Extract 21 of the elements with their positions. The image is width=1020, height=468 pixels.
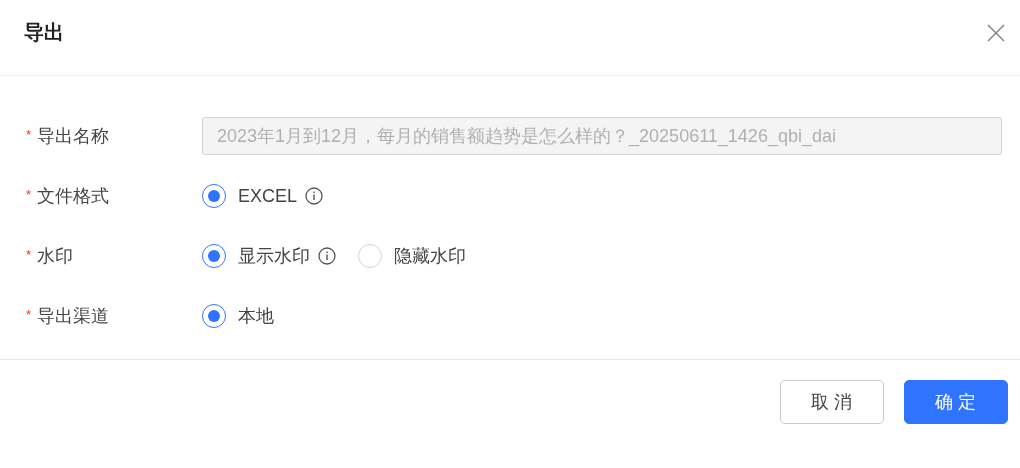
field-label: 导出渠道 bbox=[37, 305, 110, 328]
cancel-button[interactable]: 取 消 bbox=[780, 380, 884, 424]
dialog-title: 导出 bbox=[24, 20, 64, 45]
radio-button[interactable] bbox=[202, 244, 226, 268]
required-mark: * bbox=[26, 126, 32, 142]
required-mark: * bbox=[26, 246, 32, 262]
close-icon[interactable] bbox=[986, 22, 1006, 43]
required-mark: * bbox=[26, 306, 32, 322]
option-label[interactable]: EXCEL bbox=[238, 185, 298, 207]
radio-button[interactable] bbox=[202, 304, 226, 328]
info-icon[interactable] bbox=[318, 247, 336, 265]
option-label[interactable]: 隐藏水印 bbox=[394, 244, 466, 268]
field-label: 导出名称 bbox=[37, 125, 110, 148]
confirm-button[interactable]: 确 定 bbox=[904, 380, 1008, 424]
option-label[interactable]: 显示水印 bbox=[238, 244, 310, 268]
field-label: 文件格式 bbox=[37, 185, 110, 208]
info-icon[interactable] bbox=[305, 187, 324, 205]
required-mark: * bbox=[26, 186, 32, 202]
option-label[interactable]: 本地 bbox=[238, 304, 274, 328]
field-label: 水印 bbox=[37, 245, 74, 268]
radio-button[interactable] bbox=[202, 184, 226, 208]
